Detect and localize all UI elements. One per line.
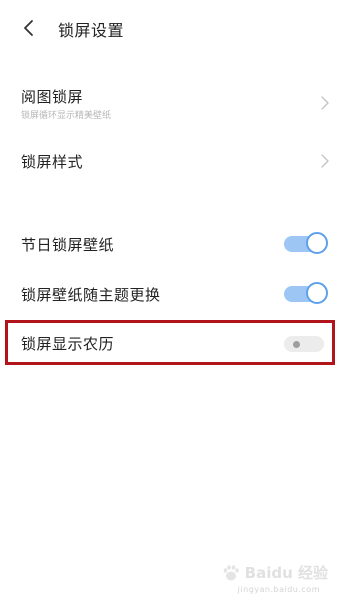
row-wallpaper-follow-theme: 锁屏壁纸随主题更换 [0, 272, 350, 316]
highlight-box [5, 320, 335, 365]
baidu-watermark: Baidu 经验 [221, 562, 328, 583]
lockscreen-settings-page: 锁屏设置 阅图锁屏 锁屏循环显示精美壁纸 锁屏样式 节日锁屏壁纸 锁屏壁纸随主题… [0, 0, 350, 599]
chevron-right-icon [321, 154, 329, 168]
back-button[interactable] [16, 16, 40, 40]
toggle-knob [306, 282, 328, 304]
back-arrow-icon [24, 20, 33, 36]
chevron-right-icon [321, 96, 329, 110]
row-label: 锁屏样式 [21, 153, 84, 171]
watermark-url: jingyan.baidu.com [237, 585, 320, 594]
row-picture-lockscreen[interactable]: 阅图锁屏 锁屏循环显示精美壁纸 [0, 82, 350, 126]
row-label: 锁屏壁纸随主题更换 [21, 286, 161, 304]
row-label: 节日锁屏壁纸 [21, 236, 115, 254]
watermark-text: Baidu 经验 [244, 564, 328, 582]
row-lockscreen-style[interactable]: 锁屏样式 [0, 140, 350, 184]
row-sublabel: 锁屏循环显示精美壁纸 [21, 111, 112, 121]
row-label: 阅图锁屏 [21, 88, 84, 106]
row-holiday-wallpaper: 节日锁屏壁纸 [0, 222, 350, 266]
toggle-knob [306, 232, 328, 254]
baidu-paw-icon [223, 564, 239, 580]
header: 锁屏设置 [0, 0, 350, 56]
wallpaper-follow-theme-toggle[interactable] [284, 282, 328, 306]
page-title: 锁屏设置 [58, 21, 125, 40]
holiday-wallpaper-toggle[interactable] [284, 232, 328, 256]
